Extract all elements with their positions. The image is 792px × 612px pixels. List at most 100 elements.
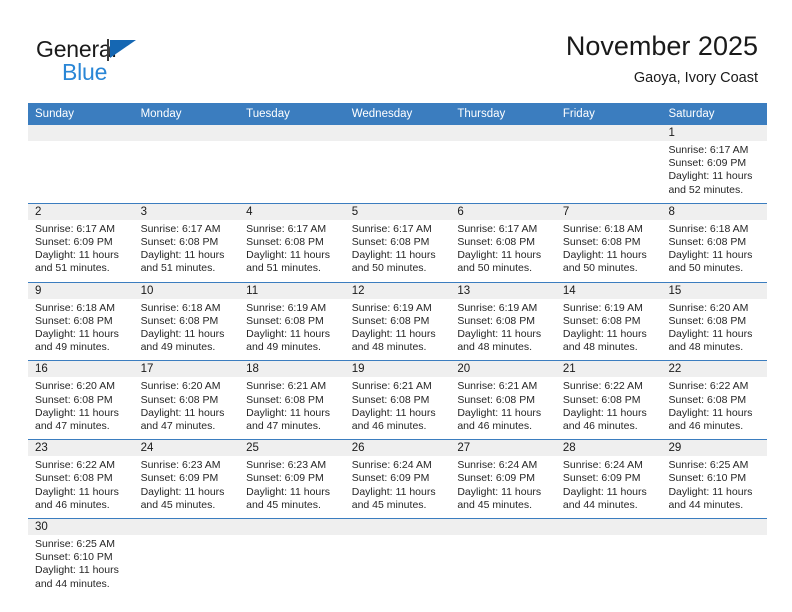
day-cell[interactable]: Sunrise: 6:18 AM Sunset: 6:08 PM Daylight:…	[556, 220, 662, 282]
daylight-line-1: Daylight: 11 hours	[140, 406, 225, 419]
daylight-line-1: Daylight: 11 hours	[457, 485, 542, 498]
logo-flag-pole-icon	[107, 39, 109, 61]
sunset-line: Sunset: 6:09 PM	[246, 472, 324, 485]
daylight-line-1: Daylight: 11 hours	[668, 249, 753, 262]
day-number[interactable]: 18	[239, 361, 345, 377]
day-number[interactable]: 10	[134, 283, 240, 299]
daylight-line-1: Daylight: 11 hours	[351, 249, 436, 262]
day-cell[interactable]: Sunrise: 6:17 AM Sunset: 6:09 PM Daylight:…	[28, 220, 134, 282]
day-number[interactable]: 17	[134, 361, 240, 377]
daylight-line-2: and 51 minutes.	[246, 262, 321, 275]
day-cell[interactable]: Sunrise: 6:20 AM Sunset: 6:08 PM Daylight:…	[28, 377, 134, 439]
day-cell[interactable]: Sunrise: 6:22 AM Sunset: 6:08 PM Daylight:…	[556, 377, 662, 439]
daylight-line-1: Daylight: 11 hours	[562, 249, 647, 262]
day-cell[interactable]: Sunrise: 6:19 AM Sunset: 6:08 PM Daylight:…	[450, 299, 556, 361]
sunrise-line: Sunrise: 6:21 AM	[457, 380, 538, 393]
day-cell[interactable]: Sunrise: 6:17 AM Sunset: 6:08 PM Daylight:…	[345, 220, 451, 282]
daylight-line-2: and 47 minutes.	[140, 420, 216, 433]
sunrise-line: Sunrise: 6:20 AM	[668, 301, 749, 314]
day-cell[interactable]: Sunrise: 6:17 AM Sunset: 6:09 PM Daylight:…	[661, 141, 767, 203]
day-detail-band: Sunrise: 6:17 AM Sunset: 6:09 PM Daylight:…	[28, 219, 767, 282]
day-cell[interactable]: Sunrise: 6:24 AM Sunset: 6:09 PM Daylight:…	[556, 456, 662, 518]
day-number[interactable]: 25	[239, 440, 345, 456]
logo-text-blue: Blue	[62, 59, 108, 85]
day-cell[interactable]: Sunrise: 6:21 AM Sunset: 6:08 PM Daylight:…	[345, 377, 451, 439]
day-number[interactable]: 1	[661, 125, 767, 141]
day-number[interactable]: 24	[134, 440, 240, 456]
day-cell[interactable]: Sunrise: 6:24 AM Sunset: 6:09 PM Daylight:…	[345, 456, 451, 518]
day-number[interactable]: 27	[450, 440, 556, 456]
day-cell[interactable]: Sunrise: 6:22 AM Sunset: 6:08 PM Daylight:…	[28, 456, 134, 518]
day-number[interactable]: 28	[556, 440, 662, 456]
weekday-tuesday: Tuesday	[246, 108, 290, 120]
day-number[interactable]: 26	[345, 440, 451, 456]
day-number[interactable]: 20	[450, 361, 556, 377]
day-cell[interactable]: Sunrise: 6:19 AM Sunset: 6:08 PM Daylight:…	[239, 299, 345, 361]
day-cell[interactable]: Sunrise: 6:22 AM Sunset: 6:08 PM Daylight:…	[661, 377, 767, 439]
day-cell[interactable]: Sunrise: 6:20 AM Sunset: 6:08 PM Daylight:…	[134, 377, 240, 439]
weekday-thursday: Thursday	[457, 108, 506, 120]
calendar-week-row: 16 17 18 19 20 21 22 Sunrise: 6:20 AM Sunset: 6:…	[28, 361, 767, 441]
day-number[interactable]: 2	[28, 204, 134, 220]
day-cell[interactable]: Sunrise: 6:21 AM Sunset: 6:08 PM Daylight:…	[239, 377, 345, 439]
daylight-line-2: and 48 minutes.	[351, 341, 427, 354]
day-number-band: 2345678	[28, 203, 767, 220]
day-cell[interactable]: Sunrise: 6:17 AM Sunset: 6:08 PM Daylight:…	[450, 220, 556, 282]
day-number[interactable]: 11	[239, 283, 345, 299]
daylight-line-2: and 45 minutes.	[457, 498, 533, 511]
daylight-line-1: Daylight: 11 hours	[246, 249, 331, 262]
day-cell[interactable]: Sunrise: 6:19 AM Sunset: 6:08 PM Daylight:…	[345, 299, 451, 361]
day-number[interactable]: 23	[28, 440, 134, 456]
day-cell[interactable]: Sunrise: 6:21 AM Sunset: 6:08 PM Daylight:…	[450, 377, 556, 439]
day-cell[interactable]: Sunrise: 6:23 AM Sunset: 6:09 PM Daylight:…	[134, 456, 240, 518]
day-number[interactable]: 16	[28, 361, 134, 377]
daylight-line-1: Daylight: 11 hours	[351, 328, 436, 341]
day-cell[interactable]: Sunrise: 6:25 AM Sunset: 6:10 PM Daylight:…	[661, 456, 767, 518]
day-number[interactable]: 9	[28, 283, 134, 299]
day-number[interactable]: 19	[345, 361, 451, 377]
day-number[interactable]: 5	[345, 204, 451, 220]
day-cell[interactable]: Sunrise: 6:17 AM Sunset: 6:08 PM Daylight:…	[134, 220, 240, 282]
daylight-line-2: and 45 minutes.	[246, 498, 321, 511]
sunrise-line: Sunrise: 6:18 AM	[562, 222, 643, 235]
day-number[interactable]: 6	[450, 204, 556, 220]
day-number[interactable]: 7	[556, 204, 662, 220]
day-cell[interactable]: Sunrise: 6:17 AM Sunset: 6:08 PM Daylight:…	[239, 220, 345, 282]
daylight-line-1: Daylight: 11 hours	[562, 406, 647, 419]
day-number[interactable]: 14	[556, 283, 662, 299]
sunrise-line: Sunrise: 6:18 AM	[140, 301, 221, 314]
day-number[interactable]: 13	[450, 283, 556, 299]
page-title: November 2025	[565, 31, 758, 61]
sunset-line: Sunset: 6:09 PM	[140, 472, 219, 485]
day-number[interactable]: 21	[556, 361, 662, 377]
day-cell[interactable]: Sunrise: 6:25 AM Sunset: 6:10 PM Daylight:…	[28, 535, 134, 597]
day-cell[interactable]: Sunrise: 6:18 AM Sunset: 6:08 PM Daylight:…	[134, 299, 240, 361]
day-cell[interactable]: Sunrise: 6:18 AM Sunset: 6:08 PM Daylight:…	[28, 299, 134, 361]
day-number[interactable]: 12	[345, 283, 451, 299]
day-number[interactable]: 15	[661, 283, 767, 299]
sunrise-line: Sunrise: 6:17 AM	[246, 222, 327, 235]
day-number[interactable]: 8	[661, 204, 767, 220]
day-cell[interactable]: Sunrise: 6:18 AM Sunset: 6:08 PM Daylight:…	[661, 220, 767, 282]
day-cell[interactable]: Sunrise: 6:20 AM Sunset: 6:08 PM Daylight:…	[661, 299, 767, 361]
daylight-line-1: Daylight: 11 hours	[140, 249, 225, 262]
day-cell-empty	[345, 141, 451, 203]
day-cell[interactable]: Sunrise: 6:23 AM Sunset: 6:09 PM Daylight:…	[239, 456, 345, 518]
day-number[interactable]: 3	[134, 204, 240, 220]
day-number[interactable]: 29	[661, 440, 767, 456]
daylight-line-2: and 48 minutes.	[668, 341, 744, 354]
day-number-band: 30	[28, 519, 767, 536]
sunrise-line: Sunrise: 6:24 AM	[457, 459, 538, 472]
day-number[interactable]: 30	[28, 519, 134, 535]
day-number[interactable]: 4	[239, 204, 345, 220]
daylight-line-1: Daylight: 11 hours	[351, 406, 436, 419]
sunset-line: Sunset: 6:08 PM	[457, 314, 535, 327]
day-cell[interactable]: Sunrise: 6:19 AM Sunset: 6:08 PM Daylight:…	[556, 299, 662, 361]
sunset-line: Sunset: 6:08 PM	[562, 393, 641, 406]
daylight-line-2: and 46 minutes.	[668, 420, 744, 433]
day-cell-empty	[556, 141, 662, 203]
day-number[interactable]: 22	[661, 361, 767, 377]
page-header: General Blue November 2025 Gaoya, Ivory …	[0, 0, 792, 103]
sunrise-line: Sunrise: 6:17 AM	[35, 222, 115, 235]
day-cell[interactable]: Sunrise: 6:24 AM Sunset: 6:09 PM Daylight:…	[450, 456, 556, 518]
